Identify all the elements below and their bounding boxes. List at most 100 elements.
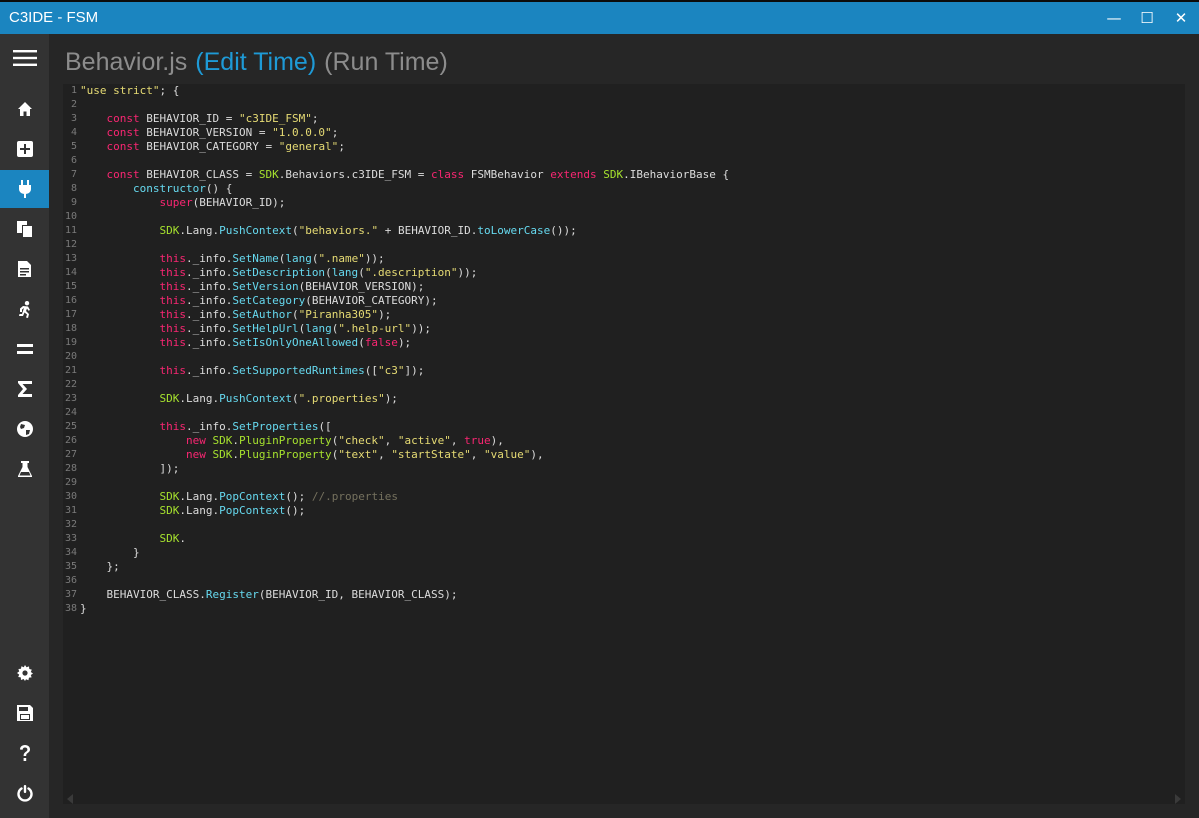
code-token: SetSupportedRuntimes [232,364,365,377]
horizontal-scrollbar[interactable] [63,790,1185,808]
sidebar-item-home[interactable] [0,90,49,128]
code-token: .Lang. [179,490,220,503]
code-editor[interactable]: 1 2 3 4 5 6 7 8 9 10 11 12 13 14 15 16 17 18 19 20 21 22 23 24 2… [63,84,1185,804]
code-token: ), [530,448,544,461]
code-line[interactable]: "use strict"; { [80,84,729,98]
code-line[interactable] [80,406,729,420]
code-line[interactable]: const BEHAVIOR_VERSION = "1.0.0.0"; [80,126,729,140]
code-line[interactable]: SDK.Lang.PopContext(); //.properties [80,490,729,504]
line-number: 12 [64,239,77,250]
power-icon [16,784,33,802]
code-line[interactable]: this._info.SetCategory(BEHAVIOR_CATEGORY… [80,294,729,308]
code-line[interactable] [80,574,729,588]
code-line[interactable]: SDK. [80,532,729,546]
sidebar-item-equals[interactable] [0,330,49,368]
code-line[interactable] [80,98,729,112]
code-token: SetName [232,252,279,265]
code-line[interactable] [80,154,729,168]
code-line[interactable]: constructor() { [80,182,729,196]
line-number: 23 [64,393,77,404]
code-line[interactable] [80,518,729,532]
code-token: , [470,448,485,461]
code-token: ".name" [318,252,365,265]
code-line[interactable] [80,210,729,224]
code-token: , [384,434,398,447]
code-token: ; { [159,84,180,97]
code-token: "check" [338,434,385,447]
line-number: 14 [64,267,77,278]
sidebar-item-save[interactable] [0,694,49,732]
code-token: ._info. [185,280,233,293]
code-line[interactable] [80,238,729,252]
code-token: . [232,434,239,447]
close-button[interactable]: ✕ [1171,8,1191,28]
code-line[interactable] [80,350,729,364]
sidebar-item-expressions[interactable] [0,370,49,408]
code-line[interactable]: const BEHAVIOR_CLASS = SDK.Behaviors.c3I… [80,168,730,182]
code-line[interactable]: const BEHAVIOR_CATEGORY = "general"; [80,140,729,154]
line-number: 33 [64,533,77,544]
code-line[interactable]: this._info.SetName(lang(".name")); [80,252,729,266]
code-line[interactable]: new SDK.PluginProperty("text", "startSta… [80,448,729,462]
code-token: SDK [212,434,233,447]
sidebar-item-settings[interactable] [0,654,49,692]
line-number: 36 [64,575,77,586]
code-line[interactable] [80,378,729,392]
sidebar-item-actions[interactable] [0,290,49,328]
sidebar-item-copy[interactable] [0,210,49,248]
code-line[interactable]: const BEHAVIOR_ID = "c3IDE_FSM"; [80,112,729,126]
sidebar-item-help[interactable] [0,734,49,772]
equals-icon [16,344,33,354]
sidebar-item-behavior[interactable] [0,170,49,208]
code-line[interactable]: this._info.SetVersion(BEHAVIOR_VERSION); [80,280,729,294]
save-icon [16,705,33,721]
sidebar-item-new[interactable] [0,130,49,168]
code-line[interactable]: this._info.SetIsOnlyOneAllowed(false); [80,336,729,350]
code-line[interactable]: }; [80,560,729,574]
code-token: SetCategory [232,294,306,307]
code-token: ".help-url" [338,322,412,335]
sidebar-item-power[interactable] [0,774,49,812]
sidebar-item-menu[interactable] [0,39,49,77]
code-line[interactable]: SDK.Lang.PushContext(".properties"); [80,392,729,406]
line-number: 15 [64,281,77,292]
code-line[interactable]: new SDK.PluginProperty("check", "active"… [80,434,729,448]
code-token: new [185,448,206,461]
code-line[interactable]: BEHAVIOR_CLASS.Register(BEHAVIOR_ID, BEH… [80,588,729,602]
code-token: ( [325,266,332,279]
code-line[interactable]: } [80,602,729,616]
code-token: }; [80,560,120,573]
edit-time-tab[interactable]: (Edit Time) [195,48,316,76]
title-bar-top-edge [0,0,1199,2]
run-time-tab[interactable]: (Run Time) [324,48,448,76]
code-token: ".properties" [298,392,385,405]
sidebar-item-language[interactable] [0,410,49,448]
code-line[interactable]: SDK.Lang.PopContext(); [80,504,729,518]
scroll-left-icon[interactable] [67,794,73,804]
code-line[interactable]: this._info.SetDescription(lang(".descrip… [80,266,729,280]
code-lines[interactable]: "use strict"; { const BEHAVIOR_ID = "c3I… [80,84,729,616]
minimize-button[interactable]: — [1104,8,1124,28]
code-line[interactable] [80,476,729,490]
code-token: this [159,252,186,265]
code-token: ( [291,392,299,405]
code-line[interactable]: this._info.SetAuthor("Piranha305"); [80,308,729,322]
code-line[interactable]: SDK.Lang.PushContext("behaviors." + BEHA… [80,224,729,238]
line-number: 1 [70,85,77,96]
code-line[interactable]: this._info.SetHelpUrl(lang(".help-url"))… [80,322,729,336]
code-token: () { [205,182,233,195]
maximize-button[interactable]: ☐ [1137,8,1157,28]
code-line[interactable]: ]); [80,462,729,476]
sidebar-item-document[interactable] [0,250,49,288]
code-token: PopContext [219,504,286,517]
code-line[interactable]: super(BEHAVIOR_ID); [80,196,729,210]
code-line[interactable]: this._info.SetSupportedRuntimes(["c3"]); [80,364,729,378]
scroll-right-icon[interactable] [1175,794,1181,804]
sidebar-item-test[interactable] [0,450,49,488]
code-token: this [159,280,186,293]
code-line[interactable]: this._info.SetProperties([ [80,420,729,434]
code-line[interactable]: } [80,546,729,560]
